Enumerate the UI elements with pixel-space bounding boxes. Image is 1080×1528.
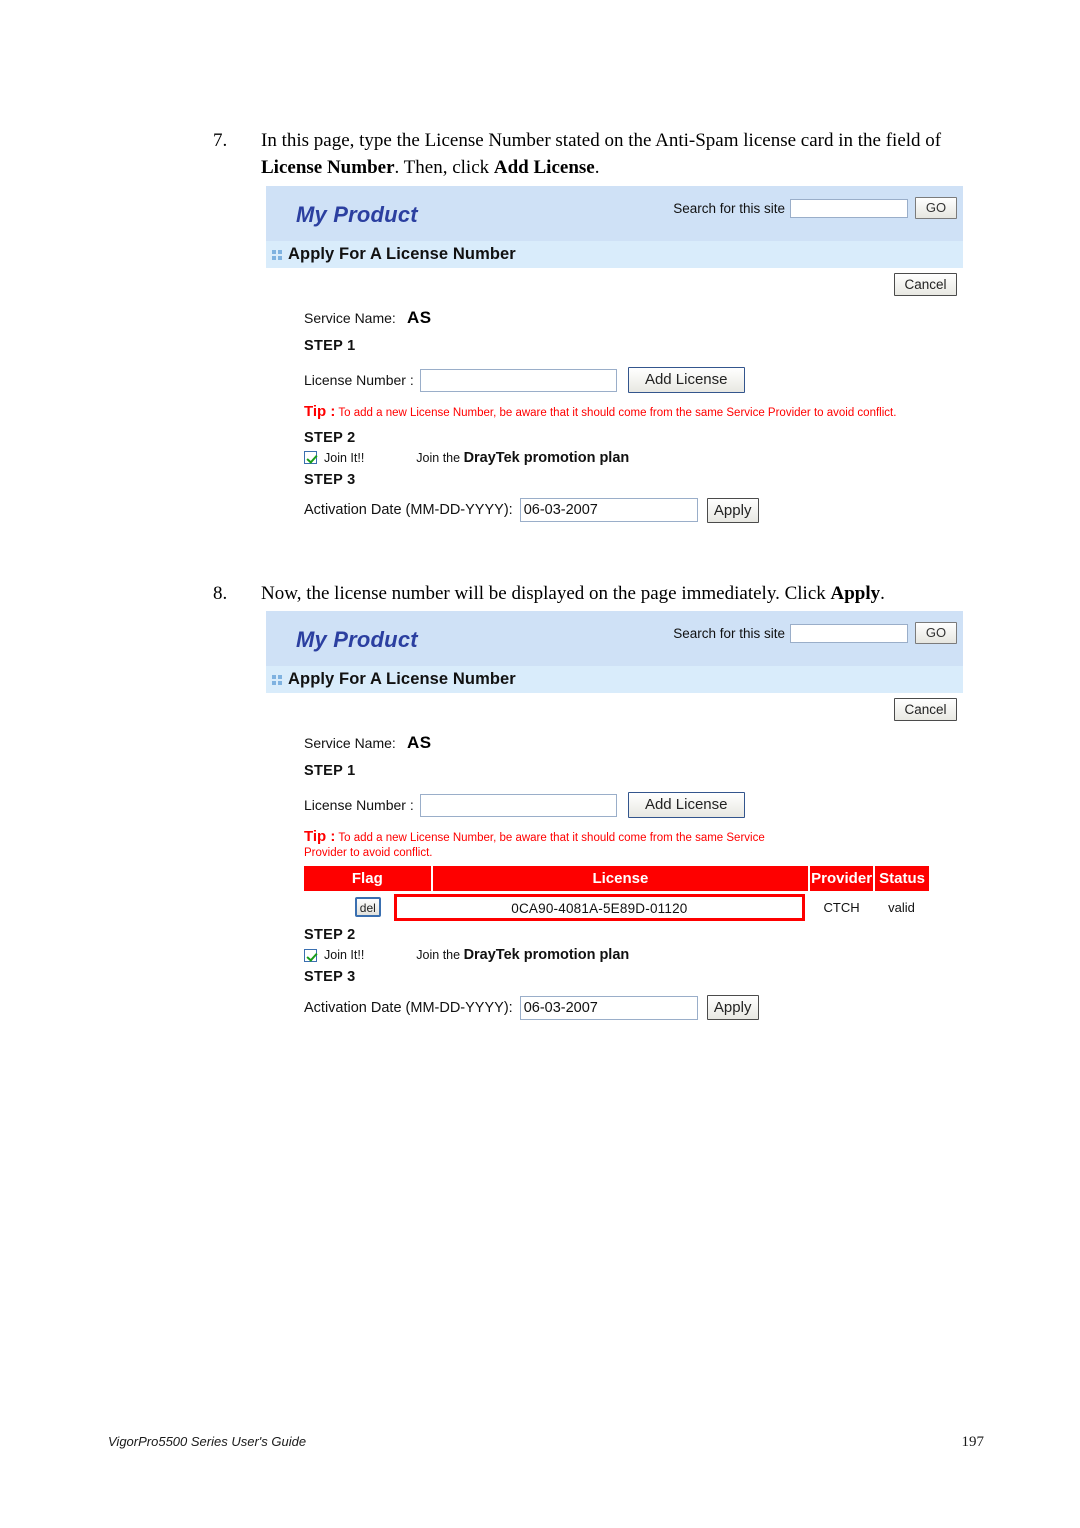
promotion-text: Join the DrayTek promotion plan <box>416 947 629 963</box>
activation-date-label: Activation Date (MM-DD-YYYY): <box>304 502 513 518</box>
tip-word: Tip : <box>304 403 336 420</box>
table-header-row: Flag License Provider Status <box>304 866 929 891</box>
table-cell-license: 0CA90-4081A-5E89D-01120 <box>393 891 809 923</box>
add-license-button[interactable]: Add License <box>627 367 745 393</box>
join-it-label: Join It!! <box>324 450 365 465</box>
promotion-plan-name: DrayTek promotion plan <box>463 947 630 963</box>
service-name-label: Service Name: <box>304 310 396 326</box>
go-button[interactable]: GO <box>915 197 957 219</box>
step-2-heading: STEP 2 <box>304 927 356 943</box>
step-1-heading: STEP 1 <box>304 763 356 779</box>
search-input[interactable] <box>790 198 908 218</box>
service-name-value: AS <box>407 308 432 327</box>
step-1-heading: STEP 1 <box>304 338 356 354</box>
activation-date-input[interactable] <box>519 995 698 1020</box>
license-page-screenshot-1: My Product Search for this site GO Apply… <box>266 186 963 533</box>
tip-message: Tip : To add a new License Number, be aw… <box>266 818 963 860</box>
add-license-button[interactable]: Add License <box>627 792 745 818</box>
page-title: Apply For A License Number <box>288 245 516 263</box>
promotion-prefix: Join the <box>416 948 464 962</box>
license-number-label: License Number : <box>304 372 414 388</box>
app-header: My Product Search for this site GO <box>266 611 963 666</box>
license-number-row: License Number : Add License <box>266 779 963 818</box>
page-title-bar: Apply For A License Number <box>266 241 963 268</box>
tip-message: Tip : To add a new License Number, be aw… <box>266 393 963 421</box>
grid-squares-icon <box>272 249 282 260</box>
table-header-license: License <box>431 866 811 891</box>
table-header-flag: Flag <box>304 866 433 891</box>
table-header-status: Status <box>874 866 929 891</box>
delete-license-button[interactable]: del <box>354 897 381 917</box>
activation-date-row: Activation Date (MM-DD-YYYY): Apply <box>266 985 963 1020</box>
page-body: Cancel Service Name: AS STEP 1 License N… <box>266 268 963 533</box>
license-table: Flag License Provider Status del 0CA90-4… <box>304 866 929 923</box>
site-search: Search for this site GO <box>673 622 957 644</box>
activation-date-label: Activation Date (MM-DD-YYYY): <box>304 999 513 1016</box>
join-plan-row: Join It!! Join the DrayTek promotion pla… <box>266 446 963 466</box>
service-name-label: Service Name: <box>304 735 396 751</box>
promotion-plan-name: DrayTek promotion plan <box>463 449 630 466</box>
tip-text: To add a new License Number, be aware th… <box>304 832 765 859</box>
license-number-label: License Number : <box>304 797 414 813</box>
search-label: Search for this site <box>673 200 785 216</box>
step-3-heading: STEP 3 <box>304 471 356 488</box>
cancel-button[interactable]: Cancel <box>894 273 957 296</box>
step-7-number: 7. <box>213 130 228 151</box>
page-body: Cancel Service Name: AS STEP 1 License N… <box>266 693 963 1030</box>
step-8-number: 8. <box>213 583 228 604</box>
apply-button[interactable]: Apply <box>706 995 759 1020</box>
product-brand: My Product <box>296 202 418 227</box>
product-brand: My Product <box>296 627 418 652</box>
promotion-text: Join the DrayTek promotion plan <box>416 450 629 466</box>
tip-text: To add a new License Number, be aware th… <box>335 407 897 419</box>
doc-step-7: 7. In this page, type the License Number… <box>213 128 973 181</box>
search-input[interactable] <box>790 623 908 643</box>
cancel-row: Cancel <box>266 693 963 721</box>
join-it-checkbox[interactable] <box>304 948 317 962</box>
license-number-input[interactable] <box>419 368 617 392</box>
site-search: Search for this site GO <box>673 197 957 219</box>
table-cell-provider: CTCH <box>823 899 860 915</box>
step-2-heading: STEP 2 <box>304 429 356 446</box>
license-page-screenshot-2: My Product Search for this site GO Apply… <box>266 611 963 1030</box>
step-7-text: In this page, type the License Number st… <box>261 130 942 178</box>
page-title-bar: Apply For A License Number <box>266 666 963 693</box>
service-name-row: Service Name: AS <box>266 721 963 753</box>
grid-squares-icon <box>272 674 282 685</box>
footer-page-number: 197 <box>961 1434 985 1450</box>
promotion-prefix: Join the <box>416 450 464 465</box>
table-header-provider: Provider <box>809 866 876 891</box>
page-footer: VigorPro5500 Series User's Guide 197 <box>108 1434 984 1451</box>
join-it-checkbox[interactable] <box>304 451 317 464</box>
page-title: Apply For A License Number <box>288 670 516 688</box>
join-it-label: Join It!! <box>324 948 365 962</box>
activation-date-row: Activation Date (MM-DD-YYYY): Apply <box>266 488 963 523</box>
go-button[interactable]: GO <box>915 622 957 644</box>
license-number-input[interactable] <box>419 793 617 817</box>
table-row: del 0CA90-4081A-5E89D-01120 CTCH valid <box>304 891 929 923</box>
cancel-button[interactable]: Cancel <box>894 698 957 721</box>
footer-guide-title: VigorPro5500 Series User's Guide <box>108 1434 307 1449</box>
search-label: Search for this site <box>673 625 785 641</box>
step-3-heading: STEP 3 <box>304 969 356 985</box>
table-cell-status: valid <box>888 899 915 915</box>
app-header: My Product Search for this site GO <box>266 186 963 241</box>
service-name-row: Service Name: AS <box>266 296 963 328</box>
cancel-row: Cancel <box>266 268 963 296</box>
step-8-text: Now, the license number will be displaye… <box>261 583 885 604</box>
join-plan-row: Join It!! Join the DrayTek promotion pla… <box>266 943 963 963</box>
service-name-value: AS <box>407 733 432 752</box>
tip-word: Tip : <box>304 828 336 845</box>
activation-date-input[interactable] <box>519 498 698 522</box>
license-value-box: 0CA90-4081A-5E89D-01120 <box>393 893 806 921</box>
license-number-row: License Number : Add License <box>266 354 963 393</box>
apply-button[interactable]: Apply <box>706 497 759 523</box>
doc-step-8: 8. Now, the license number will be displ… <box>213 581 973 608</box>
